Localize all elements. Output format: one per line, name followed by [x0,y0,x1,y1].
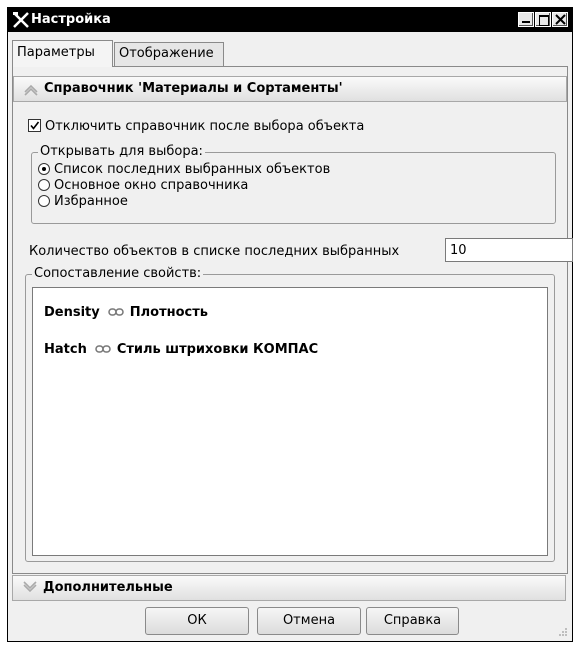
radio-recent-list[interactable]: Список последних выбранных объектов [38,162,330,178]
mapping-row[interactable]: Hatch Стиль штриховки КОМПАС [44,341,318,359]
disable-after-select-row[interactable]: Отключить справочник после выбора объект… [28,118,364,136]
link-icon [95,345,111,353]
radio-main-window-button[interactable] [38,179,50,191]
section-materials-header[interactable]: Справочник 'Материалы и Сортаменты' [13,76,567,102]
tools-icon [13,12,29,28]
tab-panel-parameters: Справочник 'Материалы и Сортаменты' Откл… [12,66,573,574]
mapping-row[interactable]: Density Плотность [44,304,208,322]
mapping-target: Стиль штриховки КОМПАС [116,342,319,357]
open-for-select-legend: Открывать для выбора: [38,144,205,160]
settings-window: Настройка Параметры Отображение Справочн… [7,7,573,642]
tab-parameters[interactable]: Параметры [12,40,113,67]
cancel-button[interactable]: Отмена [257,607,361,635]
tab-display[interactable]: Отображение [114,42,224,66]
check-icon [30,121,40,130]
property-mapping-list[interactable]: Density Плотность Hatch Стиль штриховки … [32,287,548,556]
recent-count-label: Количество объектов в списке последних в… [29,244,400,259]
section-materials-title: Справочник 'Материалы и Сортаменты' [44,81,343,96]
property-mapping-group: Сопоставление свойств: Density Плотность… [25,266,555,562]
help-button[interactable]: Справка [366,607,459,635]
link-icon [108,308,124,316]
property-mapping-legend: Сопоставление свойств: [32,266,204,282]
radio-favorites[interactable]: Избранное [38,194,128,210]
minimize-button[interactable] [518,12,534,27]
disable-after-select-checkbox[interactable] [28,119,41,132]
radio-favorites-label: Избранное [54,194,128,209]
mapping-source: Density [44,305,100,320]
open-for-select-group: Открывать для выбора: Список последних в… [31,144,556,224]
chevron-up-icon [24,84,38,96]
radio-favorites-button[interactable] [38,195,50,207]
section-additional-header[interactable]: Дополнительные [12,575,566,601]
mapping-source: Hatch [44,342,87,357]
disable-after-select-label: Отключить справочник после выбора объект… [45,119,365,134]
ok-button[interactable]: ОК [145,607,249,635]
chevron-down-icon [23,581,37,593]
close-button[interactable] [552,12,568,27]
radio-main-window[interactable]: Основное окно справочника [38,178,248,194]
close-icon [555,14,566,25]
window-title: Настройка [31,12,111,27]
recent-count-input[interactable] [445,238,573,262]
resize-grip-icon[interactable] [558,627,568,637]
radio-recent-list-button[interactable] [38,163,50,175]
radio-main-window-label: Основное окно справочника [54,178,249,193]
mapping-target: Плотность [129,305,208,320]
section-additional-title: Дополнительные [43,580,173,595]
title-bar[interactable]: Настройка [8,8,572,32]
maximize-button[interactable] [535,12,551,27]
radio-recent-list-label: Список последних выбранных объектов [54,162,331,177]
